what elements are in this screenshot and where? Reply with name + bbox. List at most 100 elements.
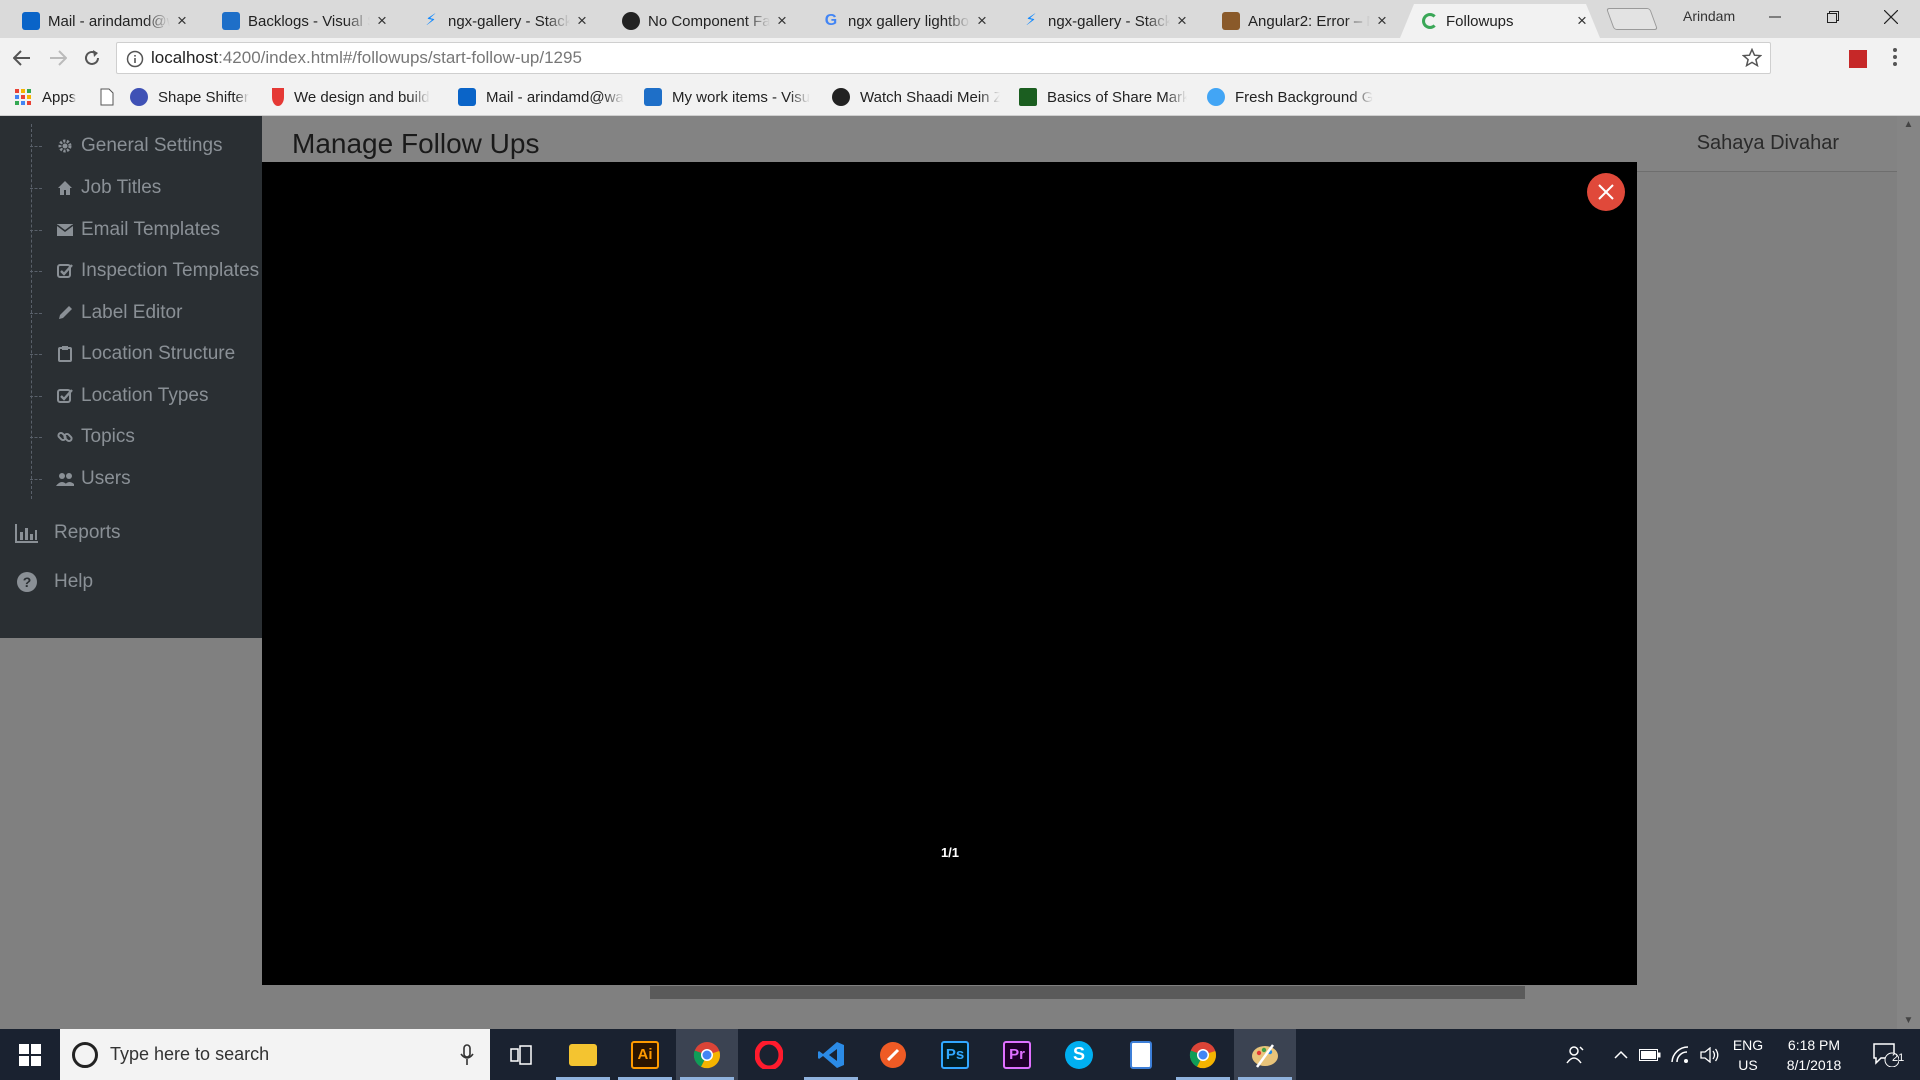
svg-text:?: ? bbox=[23, 574, 32, 590]
close-tab-icon[interactable]: × bbox=[1574, 11, 1590, 31]
sidebar-item-reports[interactable]: Reports bbox=[14, 518, 121, 548]
minimize-icon bbox=[1769, 16, 1781, 18]
sidebar-item-label: Email Templates bbox=[81, 219, 221, 240]
people-button[interactable] bbox=[1560, 1029, 1590, 1080]
close-tab-icon[interactable]: × bbox=[774, 11, 790, 31]
close-window-button[interactable] bbox=[1868, 0, 1914, 34]
start-button[interactable] bbox=[0, 1029, 60, 1080]
bookmark-apps[interactable]: Apps bbox=[14, 86, 76, 108]
taskbar-app-postman[interactable] bbox=[862, 1029, 924, 1080]
microphone-icon[interactable] bbox=[460, 1044, 474, 1066]
scroll-down-icon[interactable]: ▼ bbox=[1897, 1015, 1920, 1026]
lightbox-preview[interactable] bbox=[262, 162, 1637, 985]
horizontal-bar bbox=[650, 986, 1525, 999]
minimize-button[interactable] bbox=[1752, 0, 1798, 34]
shape-shifter-icon bbox=[130, 88, 148, 106]
taskbar-app-paint-file[interactable] bbox=[1110, 1029, 1172, 1080]
gear-icon bbox=[56, 137, 74, 155]
site-avatar-icon bbox=[1222, 12, 1240, 30]
more-menu-icon[interactable] bbox=[1892, 47, 1898, 67]
close-tab-icon[interactable]: × bbox=[574, 11, 590, 31]
lightbox-close-button[interactable] bbox=[1587, 173, 1625, 211]
bookmark-page[interactable] bbox=[98, 86, 126, 108]
cortana-icon[interactable] bbox=[72, 1042, 98, 1068]
restore-button[interactable] bbox=[1810, 0, 1856, 34]
close-tab-icon[interactable]: × bbox=[174, 11, 190, 31]
sidebar-item-location-structure[interactable]: Location Structure bbox=[30, 339, 235, 369]
wifi-icon bbox=[1671, 1045, 1689, 1063]
battery-button[interactable] bbox=[1638, 1029, 1662, 1080]
bookmark-star-icon[interactable] bbox=[1742, 48, 1762, 68]
back-button[interactable] bbox=[10, 46, 34, 70]
taskbar-app-file-explorer[interactable] bbox=[552, 1029, 614, 1080]
show-hidden-icons-button[interactable] bbox=[1610, 1029, 1632, 1080]
sidebar-item-topics[interactable]: Topics bbox=[30, 422, 135, 452]
close-tab-icon[interactable]: × bbox=[974, 11, 990, 31]
help-icon: ? bbox=[14, 571, 40, 593]
extension-icon[interactable] bbox=[1849, 50, 1867, 68]
sidebar-item-users[interactable]: Users bbox=[30, 464, 131, 494]
sidebar-item-help[interactable]: ? Help bbox=[14, 567, 93, 597]
bookmark-mail[interactable]: Mail - arindamd@wa bbox=[458, 86, 624, 108]
pencil-icon bbox=[56, 304, 74, 322]
sidebar-item-location-types[interactable]: Location Types bbox=[30, 381, 208, 411]
tab-github[interactable]: No Component Fa × bbox=[600, 4, 800, 38]
taskbar-app-chrome-2[interactable] bbox=[1172, 1029, 1234, 1080]
taskbar-app-chrome[interactable] bbox=[676, 1029, 738, 1080]
bookmark-share-market[interactable]: Basics of Share Mark bbox=[1019, 86, 1187, 108]
bookmark-watch-shaadi[interactable]: Watch Shaadi Mein Z bbox=[832, 86, 1000, 108]
tab-ngx-gallery-stack[interactable]: ⚡ ngx-gallery - Stack × bbox=[400, 4, 600, 38]
close-tab-icon[interactable]: × bbox=[374, 11, 390, 31]
address-bar[interactable]: localhost:4200/index.html#/followups/sta… bbox=[116, 42, 1771, 74]
reload-button[interactable] bbox=[80, 46, 104, 70]
tab-google[interactable]: G ngx gallery lightbo × bbox=[800, 4, 1000, 38]
bookmark-fresh-background[interactable]: Fresh Background G bbox=[1207, 86, 1373, 108]
apps-grid-icon bbox=[15, 89, 31, 105]
tab-mail[interactable]: Mail - arindamd@w × bbox=[0, 4, 200, 38]
profile-name[interactable]: Arindam bbox=[1683, 8, 1735, 24]
taskbar-app-premiere[interactable]: Pr bbox=[986, 1029, 1048, 1080]
clock[interactable]: 6:18 PM 8/1/2018 bbox=[1774, 1035, 1854, 1075]
bookmark-work-items[interactable]: My work items - Visu bbox=[644, 86, 810, 108]
bookmark-label: We design and build bbox=[294, 88, 430, 106]
bookmark-shape-shifter[interactable]: Shape Shifter bbox=[130, 86, 249, 108]
network-button[interactable] bbox=[1668, 1029, 1692, 1080]
sidebar-item-inspection-templates[interactable]: Inspection Templates bbox=[30, 256, 259, 286]
user-name[interactable]: Sahaya Divahar bbox=[1697, 132, 1839, 155]
info-icon[interactable] bbox=[126, 50, 144, 68]
scroll-up-icon[interactable]: ▲ bbox=[1897, 119, 1920, 130]
arrow-right-icon bbox=[50, 50, 67, 66]
clock-date: 8/1/2018 bbox=[1786, 1057, 1842, 1073]
close-tab-icon[interactable]: × bbox=[1374, 11, 1390, 31]
taskbar-app-photoshop[interactable]: Ps bbox=[924, 1029, 986, 1080]
tab-title: ngx gallery lightbo bbox=[848, 12, 969, 30]
taskbar-app-skype[interactable]: S bbox=[1048, 1029, 1110, 1080]
bookmark-we-design[interactable]: We design and build bbox=[272, 86, 430, 108]
taskbar-search-input[interactable]: Type here to search bbox=[60, 1029, 490, 1080]
tab-backlogs[interactable]: Backlogs - Visual S × bbox=[200, 4, 400, 38]
taskbar-app-opera[interactable] bbox=[738, 1029, 800, 1080]
bookmark-label: My work items - Visu bbox=[672, 88, 811, 106]
volume-button[interactable] bbox=[1698, 1029, 1722, 1080]
task-view-button[interactable] bbox=[490, 1029, 552, 1080]
forward-button[interactable] bbox=[46, 46, 70, 70]
bar-chart-icon bbox=[14, 522, 40, 544]
sidebar-item-general-settings[interactable]: General Settings bbox=[30, 131, 223, 161]
bookmark-label: Mail - arindamd@wa bbox=[486, 88, 624, 106]
tab-angular-error[interactable]: Angular2: Error – N × bbox=[1200, 4, 1400, 38]
language-indicator[interactable]: ENG US bbox=[1728, 1035, 1768, 1075]
sidebar-item-email-templates[interactable]: Email Templates bbox=[30, 215, 220, 245]
sidebar-item-job-titles[interactable]: Job Titles bbox=[30, 173, 161, 203]
stackblitz-icon: ⚡ bbox=[425, 12, 437, 29]
sidebar-item-label-editor[interactable]: Label Editor bbox=[30, 298, 182, 328]
close-tab-icon[interactable]: × bbox=[1174, 11, 1190, 31]
vertical-scrollbar[interactable]: ▲ ▼ bbox=[1897, 116, 1920, 1029]
tab-ngx-gallery-stack-2[interactable]: ⚡ ngx-gallery - Stack × bbox=[1000, 4, 1200, 38]
taskbar-app-paint[interactable] bbox=[1234, 1029, 1296, 1080]
tab-followups[interactable]: Followups × bbox=[1400, 4, 1600, 38]
taskbar-app-vscode[interactable] bbox=[800, 1029, 862, 1080]
taskbar-app-illustrator[interactable]: Ai bbox=[614, 1029, 676, 1080]
action-center-button[interactable]: 21 bbox=[1864, 1029, 1908, 1080]
checkbox-icon bbox=[56, 387, 74, 405]
new-tab-button[interactable] bbox=[1605, 8, 1659, 30]
